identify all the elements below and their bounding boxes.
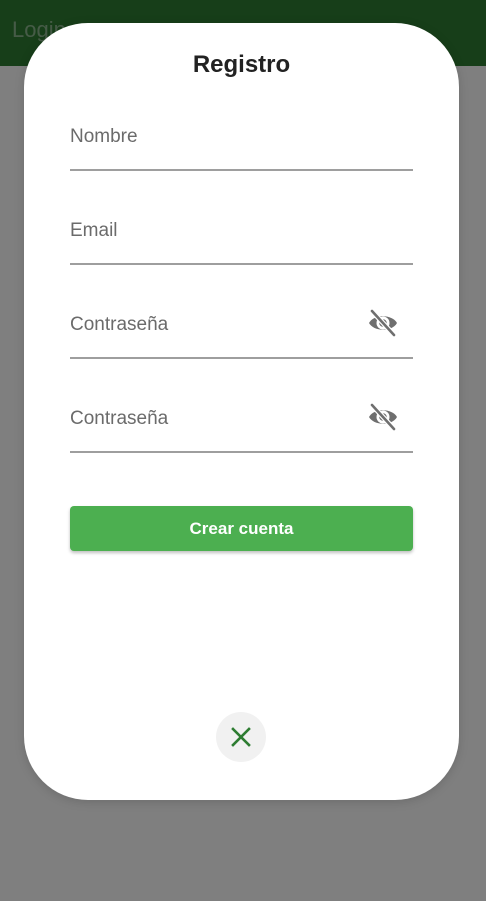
close-dialog-button[interactable] <box>216 712 266 762</box>
password-field <box>70 305 413 359</box>
name-field <box>70 117 413 171</box>
email-input[interactable] <box>70 211 360 251</box>
password-input[interactable] <box>70 305 360 345</box>
create-account-button[interactable]: Crear cuenta <box>70 506 413 551</box>
password-confirm-field <box>70 399 413 453</box>
register-dialog: Registro Cr <box>24 23 459 800</box>
visibility-off-icon[interactable] <box>367 403 399 431</box>
email-field <box>70 211 413 265</box>
dialog-title: Registro <box>192 51 291 78</box>
password-confirm-input[interactable] <box>70 399 360 439</box>
close-icon <box>231 727 251 747</box>
visibility-off-icon[interactable] <box>367 309 399 337</box>
name-input[interactable] <box>70 117 360 157</box>
